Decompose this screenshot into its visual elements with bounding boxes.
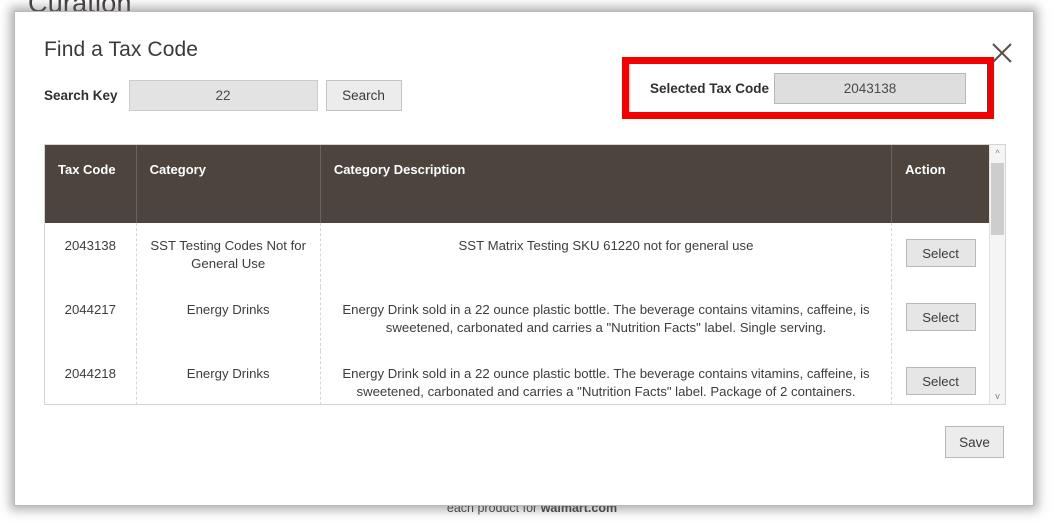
table-header: Tax Code Category Category Description A… xyxy=(45,145,989,223)
select-button[interactable]: Select xyxy=(905,239,976,267)
cell-category: Energy Drinks xyxy=(136,287,321,351)
cell-action: Select xyxy=(892,223,989,287)
table-body: 2043138 SST Testing Codes Not for Genera… xyxy=(45,223,989,404)
tax-code-results-scroll-area: Tax Code Category Category Description A… xyxy=(45,145,989,404)
select-button[interactable]: Select xyxy=(905,303,976,331)
chevron-down-icon[interactable]: v xyxy=(990,388,1005,404)
column-header-tax-code[interactable]: Tax Code xyxy=(45,145,137,223)
chevron-up-icon[interactable]: ^ xyxy=(990,145,1005,161)
page-root: Curation each product for walmart.com Fi… xyxy=(0,0,1064,523)
selected-tax-code-highlight: Selected Tax Code xyxy=(622,57,994,119)
cell-tax-code: 2044218 xyxy=(45,351,137,404)
search-input[interactable] xyxy=(128,79,318,111)
table-vertical-scrollbar[interactable]: ^ v xyxy=(989,145,1005,404)
search-row: Search Key Search Selected Tax Code xyxy=(44,57,1004,119)
cell-action: Select xyxy=(892,351,989,404)
table-row: 2044217 Energy Drinks Energy Drink sold … xyxy=(45,287,989,351)
table-header-row: Tax Code Category Category Description A… xyxy=(45,145,989,223)
modal-footer: Save xyxy=(945,426,1004,458)
search-button[interactable]: Search xyxy=(325,79,402,111)
cell-description: Energy Drink sold in a 22 ounce plastic … xyxy=(320,287,893,351)
cell-category: Energy Drinks xyxy=(136,351,321,404)
table-row: 2044218 Energy Drinks Energy Drink sold … xyxy=(45,351,989,404)
column-header-category-description[interactable]: Category Description xyxy=(320,145,893,223)
cell-description: Energy Drink sold in a 22 ounce plastic … xyxy=(320,351,893,404)
cell-description: SST Matrix Testing SKU 61220 not for gen… xyxy=(320,223,893,287)
column-header-category[interactable]: Category xyxy=(136,145,321,223)
cell-action: Select xyxy=(892,287,989,351)
selected-tax-code-input[interactable] xyxy=(774,72,967,104)
cell-category: SST Testing Codes Not for General Use xyxy=(136,223,321,287)
find-tax-code-modal: Find a Tax Code Search Key Search Select… xyxy=(14,11,1034,506)
search-key-label: Search Key xyxy=(44,87,118,103)
selected-tax-code-label: Selected Tax Code xyxy=(649,80,770,96)
tax-code-table: Tax Code Category Category Description A… xyxy=(45,145,989,404)
column-header-action: Action xyxy=(891,145,989,223)
save-button[interactable]: Save xyxy=(945,426,1004,458)
cell-tax-code: 2043138 xyxy=(45,223,137,287)
cell-tax-code: 2044217 xyxy=(45,287,137,351)
tax-code-results-panel: Tax Code Category Category Description A… xyxy=(44,144,1006,405)
select-button[interactable]: Select xyxy=(905,367,976,395)
table-row: 2043138 SST Testing Codes Not for Genera… xyxy=(45,223,989,287)
scrollbar-thumb[interactable] xyxy=(991,163,1004,235)
